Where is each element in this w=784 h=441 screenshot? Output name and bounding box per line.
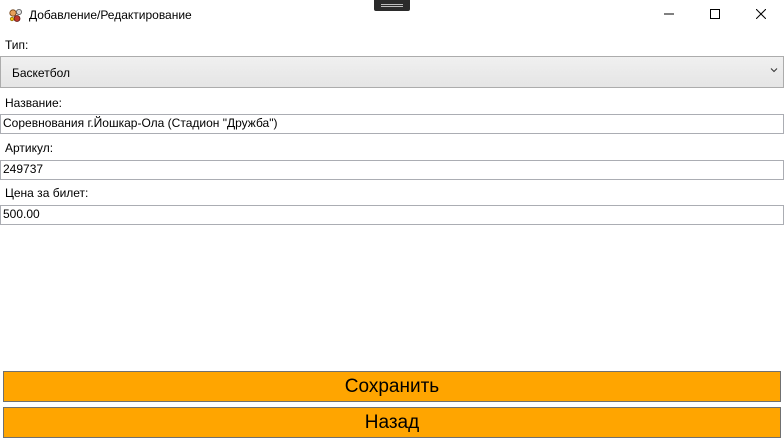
maximize-icon <box>710 6 720 24</box>
minimize-icon <box>664 6 674 24</box>
title-bar[interactable]: Добавление/Редактирование <box>0 0 784 30</box>
edit-window: Добавление/Редактирование Тип: Баскетбол… <box>0 0 784 441</box>
name-input[interactable]: Соревнования г.Йошкар-Ола (Стадион "Друж… <box>0 114 784 134</box>
app-icon <box>8 7 24 23</box>
maximize-button[interactable] <box>692 0 738 30</box>
article-input[interactable]: 249737 <box>0 160 784 180</box>
name-label: Название: <box>5 96 62 110</box>
article-input-value: 249737 <box>3 162 44 176</box>
type-select-value: Баскетбол <box>12 66 70 80</box>
price-input[interactable]: 500.00 <box>0 205 784 225</box>
minimize-button[interactable] <box>646 0 692 30</box>
close-button[interactable] <box>738 0 784 30</box>
type-label: Тип: <box>5 38 29 52</box>
drag-handle[interactable] <box>374 0 410 11</box>
chevron-down-icon <box>770 65 778 77</box>
price-input-value: 500.00 <box>3 207 40 221</box>
name-input-value: Соревнования г.Йошкар-Ола (Стадион "Друж… <box>3 116 278 130</box>
save-button[interactable]: Сохранить <box>3 371 781 402</box>
article-label: Артикул: <box>5 141 54 155</box>
window-title: Добавление/Редактирование <box>29 8 192 22</box>
back-button[interactable]: Назад <box>3 407 781 438</box>
close-icon <box>755 6 767 24</box>
price-label: Цена за билет: <box>5 186 89 200</box>
type-select[interactable]: Баскетбол <box>0 56 784 88</box>
